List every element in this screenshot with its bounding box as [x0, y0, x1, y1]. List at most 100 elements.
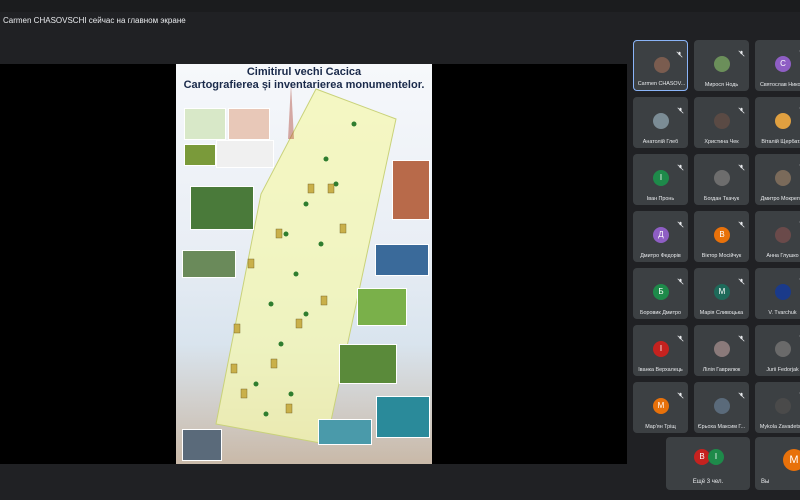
participant-photo — [714, 398, 730, 414]
participant-tile[interactable]: І Іванка Верхалець — [633, 325, 688, 376]
participant-name: Jurii Fedorjak — [766, 367, 799, 373]
map-romania-photo — [184, 108, 226, 140]
participant-avatar: С — [775, 56, 791, 72]
participant-name: Богдан Ткачук — [703, 196, 740, 202]
more-avatar-2: І — [708, 449, 724, 465]
shared-slide: Cimitirul vechi Cacica Cartografierea și… — [176, 64, 432, 464]
mic-muted-icon — [677, 329, 684, 342]
participant-avatar: М — [653, 398, 669, 414]
more-participants-tile[interactable]: В І Ещё 3 чел. — [666, 437, 750, 490]
participant-tile[interactable]: Христина Чек — [694, 97, 749, 148]
participant-photo — [653, 113, 669, 129]
participant-avatar: Б — [653, 284, 669, 300]
participant-tile[interactable]: Д Дмитро Федорів — [633, 211, 688, 262]
participant-photo — [714, 170, 730, 186]
participant-tile[interactable]: Мирося Нодь — [694, 40, 749, 91]
participant-avatar: І — [653, 341, 669, 357]
hills-photo — [357, 288, 407, 326]
participant-name: Анатолій Глеб — [642, 139, 679, 145]
mic-muted-icon — [677, 101, 684, 114]
mic-muted-icon — [677, 386, 684, 399]
participant-name: Carmen CHASOV... — [637, 81, 686, 87]
presenter-banner: Carmen CHASOVSCHI сейчас на главном экра… — [0, 13, 800, 33]
participant-avatar: Д — [653, 227, 669, 243]
mic-muted-icon — [738, 272, 745, 285]
slide-title-1: Cimitirul vechi Cacica — [246, 66, 362, 78]
participant-name: Христина Чек — [704, 139, 739, 145]
mic-muted-icon — [677, 158, 684, 171]
participant-tile[interactable]: Jurii Fedorjak — [755, 325, 800, 376]
mic-muted-icon — [738, 101, 745, 114]
participant-name: Дмитро Мокреп... — [760, 196, 800, 202]
participant-photo — [714, 113, 730, 129]
participant-tile[interactable]: Mykola Zavadets... — [755, 382, 800, 433]
participant-tile[interactable]: Б Боровик Дмитро — [633, 268, 688, 319]
map-region-photo — [228, 108, 270, 140]
church-photo — [392, 160, 430, 220]
participant-avatar: І — [653, 170, 669, 186]
participant-name: Віктор Мосійчук — [701, 253, 742, 259]
presenter-text: Carmen CHASOVSCHI сейчас на главном экра… — [3, 16, 186, 25]
participant-name: Єрьоха Максим Г... — [697, 424, 746, 430]
self-tile[interactable]: М Вы — [755, 437, 800, 490]
participant-name: Іван Пронь — [646, 196, 675, 202]
thumb-photo — [184, 144, 216, 166]
mic-muted-icon — [738, 158, 745, 171]
participant-tile[interactable]: М Мар'ян Тріщ — [633, 382, 688, 433]
participant-photo — [775, 227, 791, 243]
self-label: Вы — [761, 479, 770, 485]
mic-muted-icon — [738, 329, 745, 342]
participant-name: Віталій Щербат... — [761, 139, 800, 145]
mic-muted-icon — [676, 45, 683, 58]
participant-name: Лілія Гаврилюк — [702, 367, 741, 373]
mic-muted-icon — [738, 44, 745, 57]
participant-name: Святослав Нико... — [759, 82, 800, 88]
slide-title-2: Cartografierea și inventarierea monument… — [183, 79, 425, 91]
self-avatar: М — [783, 449, 800, 471]
participant-tile[interactable]: Єрьоха Максим Г... — [694, 382, 749, 433]
village-house-photo — [190, 186, 254, 230]
schema-photo — [216, 140, 274, 168]
old-church-photo — [182, 429, 222, 461]
participant-avatar: В — [714, 227, 730, 243]
participant-name: Mykola Zavadets... — [759, 424, 800, 430]
participant-name: Боровик Дмитро — [639, 310, 682, 316]
participant-tile[interactable]: М Марія Сливоцька — [694, 268, 749, 319]
resort-photo — [318, 419, 372, 445]
participant-photo — [775, 284, 791, 300]
mic-muted-icon — [677, 215, 684, 228]
mic-muted-icon — [738, 215, 745, 228]
participant-photo — [775, 341, 791, 357]
participant-tile[interactable]: V. Tvarchuk — [755, 268, 800, 319]
participant-tile[interactable]: Анатолій Глеб — [633, 97, 688, 148]
participant-name: Дмитро Федорів — [640, 253, 681, 259]
participant-name: Мар'ян Тріщ — [645, 424, 676, 430]
wooden-house-photo — [339, 344, 397, 384]
participant-photo — [775, 398, 791, 414]
participant-photo — [714, 341, 730, 357]
participant-tile[interactable]: В Віктор Мосійчук — [694, 211, 749, 262]
participant-tile[interactable]: Віталій Щербат... — [755, 97, 800, 148]
participant-name: Мирося Нодь — [704, 82, 739, 88]
participant-avatar: М — [714, 284, 730, 300]
landscape-photo — [182, 250, 236, 278]
participant-name: Іванка Верхалець — [638, 367, 683, 373]
participant-name: Анна Глушко — [766, 253, 799, 259]
pool-photo — [376, 396, 430, 438]
participant-tile[interactable]: Анна Глушко — [755, 211, 800, 262]
top-bar — [0, 0, 800, 12]
participant-photo — [714, 56, 730, 72]
mic-muted-icon — [738, 386, 745, 399]
lake-photo — [375, 244, 429, 276]
participant-photo — [775, 170, 791, 186]
participant-tile[interactable]: Дмитро Мокреп... — [755, 154, 800, 205]
participant-tile[interactable]: І Іван Пронь — [633, 154, 688, 205]
participant-tile[interactable]: Лілія Гаврилюк — [694, 325, 749, 376]
participant-photo — [654, 57, 670, 73]
more-label: Ещё 3 чел. — [692, 479, 724, 485]
participant-name: Марія Сливоцька — [699, 310, 744, 316]
participant-tile[interactable]: С Святослав Нико... — [755, 40, 800, 91]
participant-photo — [775, 113, 791, 129]
participant-tile[interactable]: Carmen CHASOV... — [633, 40, 688, 91]
participant-tile[interactable]: Богдан Ткачук — [694, 154, 749, 205]
